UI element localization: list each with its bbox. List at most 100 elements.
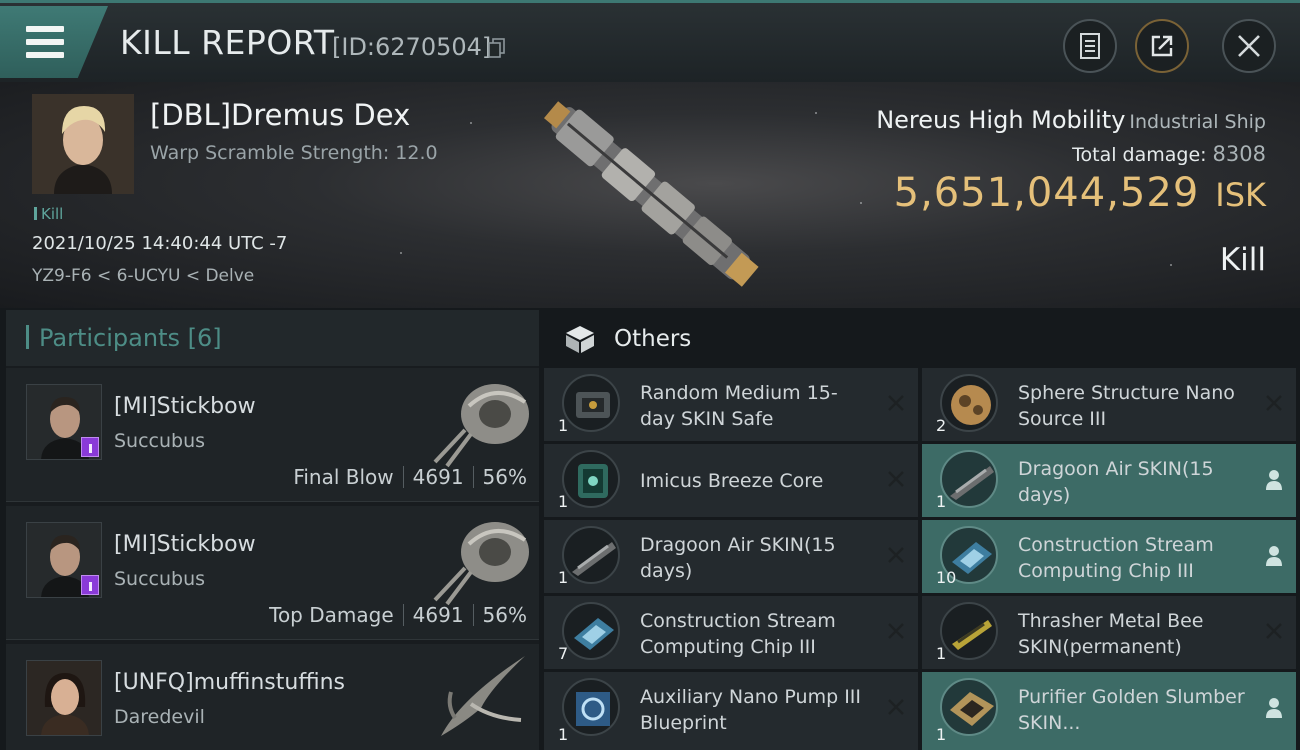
cube-icon bbox=[566, 326, 594, 353]
item-card[interactable]: 1 Imicus Breeze Core bbox=[544, 444, 918, 517]
skin-safe-icon bbox=[562, 374, 620, 432]
close-button[interactable] bbox=[1222, 19, 1276, 73]
isk-unit: ISK bbox=[1215, 176, 1266, 214]
kill-tag: Kill bbox=[34, 205, 63, 223]
breeze-core-icon bbox=[562, 450, 620, 508]
destroyed-x-icon bbox=[888, 547, 904, 563]
item-quantity: 7 bbox=[558, 644, 569, 663]
others-title: Others bbox=[614, 326, 692, 352]
item-name: Auxiliary Nano Pump III Blueprint bbox=[640, 686, 862, 734]
participant-row[interactable]: [MI]Stickbow Succubus Top Damage 4691 56% bbox=[6, 506, 539, 640]
item-card[interactable]: 2 Sphere Structure Nano Source III bbox=[922, 368, 1296, 441]
pilot-portrait-icon bbox=[27, 661, 101, 735]
victim-ship-image bbox=[543, 101, 759, 287]
participant-name[interactable]: [MI]Stickbow bbox=[114, 532, 256, 557]
item-card[interactable]: 1 Thrasher Metal Bee SKIN(permanent) bbox=[922, 596, 1296, 669]
participants-header[interactable]: Participants [6] bbox=[6, 310, 539, 366]
item-quantity: 1 bbox=[558, 416, 569, 435]
item-name: Construction Stream Computing Chip III bbox=[640, 610, 836, 658]
isk-value: 5,651,044,529 ISK bbox=[894, 170, 1266, 216]
star bbox=[470, 122, 472, 124]
star bbox=[400, 252, 402, 254]
item-name: Dragoon Air SKIN(15 days) bbox=[640, 534, 836, 582]
participant-damage: 4691 bbox=[412, 603, 464, 627]
item-name: Construction Stream Computing Chip III bbox=[1018, 534, 1214, 582]
ship-skin-icon bbox=[940, 602, 998, 660]
star bbox=[815, 112, 817, 114]
participant-avatar[interactable] bbox=[26, 384, 102, 460]
share-icon bbox=[1151, 35, 1173, 57]
total-damage-value: 8308 bbox=[1212, 142, 1266, 166]
daredevil-ship-icon bbox=[441, 656, 525, 736]
participant-role: Final Blow bbox=[293, 465, 394, 489]
destroyed-x-icon bbox=[1266, 623, 1282, 639]
participant-percent: 56% bbox=[482, 465, 527, 489]
person-icon bbox=[1266, 698, 1282, 718]
participant-ship: Succubus bbox=[114, 568, 206, 590]
victim-name[interactable]: [DBL]Dremus Dex bbox=[150, 98, 410, 132]
participant-row[interactable]: [UNFQ]muffinstuffins Daredevil bbox=[6, 644, 539, 750]
participant-avatar[interactable] bbox=[26, 522, 102, 598]
item-name: Sphere Structure Nano Source III bbox=[1018, 382, 1235, 430]
destroyed-x-icon bbox=[888, 471, 904, 487]
total-damage: Total damage: 8308 bbox=[1072, 142, 1266, 166]
participant-name[interactable]: [UNFQ]muffinstuffins bbox=[114, 670, 345, 695]
stats-separator bbox=[472, 604, 474, 626]
ship-skin-icon bbox=[940, 678, 998, 736]
ship-name-label[interactable]: Nereus High Mobility bbox=[876, 106, 1125, 134]
item-name: Purifier Golden Slumber SKIN... bbox=[1018, 686, 1245, 734]
destroyed-x-icon bbox=[1266, 395, 1282, 411]
item-quantity: 1 bbox=[558, 725, 569, 744]
succubus-ship-icon bbox=[433, 522, 529, 606]
ship-class: Industrial Ship bbox=[1129, 111, 1266, 133]
page-title: KILL REPORT bbox=[120, 23, 335, 62]
star bbox=[860, 202, 862, 204]
stats-separator bbox=[472, 466, 474, 488]
ship-skin-icon bbox=[562, 526, 620, 584]
menu-icon-bar bbox=[26, 39, 64, 45]
item-quantity: 2 bbox=[936, 416, 947, 435]
item-card[interactable]: 1 Dragoon Air SKIN(15 days) bbox=[544, 520, 918, 593]
warp-scramble-strength: Warp Scramble Strength: 12.0 bbox=[150, 142, 438, 164]
victim-avatar[interactable] bbox=[32, 94, 134, 194]
destroyed-x-icon bbox=[888, 623, 904, 639]
kill-tag-bar bbox=[34, 207, 37, 220]
participant-avatar[interactable] bbox=[26, 660, 102, 736]
report-id: [ID:6270504] bbox=[332, 33, 492, 61]
stats-separator bbox=[402, 466, 404, 488]
report-button[interactable] bbox=[1063, 19, 1117, 73]
participant-name[interactable]: [MI]Stickbow bbox=[114, 394, 256, 419]
blueprint-icon bbox=[562, 678, 620, 736]
item-card[interactable]: 1 Purifier Golden Slumber SKIN... bbox=[922, 672, 1296, 750]
person-icon bbox=[1266, 470, 1282, 490]
participant-ship: Succubus bbox=[114, 430, 206, 452]
kill-datetime: 2021/10/25 14:40:44 UTC -7 bbox=[32, 233, 288, 254]
participant-role: Top Damage bbox=[269, 603, 394, 627]
menu-button[interactable] bbox=[0, 6, 108, 78]
item-card[interactable]: 10 Construction Stream Computing Chip II… bbox=[922, 520, 1296, 593]
kill-tag-label: Kill bbox=[41, 205, 64, 223]
person-icon bbox=[1266, 546, 1282, 566]
share-button[interactable] bbox=[1135, 19, 1189, 73]
pilot-portrait-icon bbox=[32, 94, 134, 194]
star bbox=[1170, 264, 1172, 266]
menu-icon bbox=[26, 26, 64, 32]
kill-location[interactable]: YZ9-F6 < 6-UCYU < Delve bbox=[32, 266, 254, 286]
victim-banner: [DBL]Dremus Dex Warp Scramble Strength: … bbox=[0, 82, 1300, 308]
participants-header-bar bbox=[26, 325, 29, 349]
item-card[interactable]: 1 Random Medium 15-day SKIN Safe bbox=[544, 368, 918, 441]
item-card[interactable]: 7 Construction Stream Computing Chip III bbox=[544, 596, 918, 669]
corp-badge-icon bbox=[81, 575, 99, 595]
participant-stats: Final Blow 4691 56% bbox=[293, 465, 527, 489]
participant-damage: 4691 bbox=[412, 465, 464, 489]
computing-chip-icon bbox=[562, 602, 620, 660]
participant-percent: 56% bbox=[482, 603, 527, 627]
item-quantity: 10 bbox=[936, 568, 957, 587]
item-card[interactable]: 1 Auxiliary Nano Pump III Blueprint bbox=[544, 672, 918, 750]
item-quantity: 1 bbox=[558, 492, 569, 511]
ship-skin-icon bbox=[940, 450, 998, 508]
item-card[interactable]: 1 Dragoon Air SKIN(15 days) bbox=[922, 444, 1296, 517]
participants-count: [6] bbox=[187, 324, 222, 352]
participant-row[interactable]: [MI]Stickbow Succubus Final Blow 4691 56% bbox=[6, 368, 539, 502]
copy-icon[interactable] bbox=[488, 38, 506, 58]
